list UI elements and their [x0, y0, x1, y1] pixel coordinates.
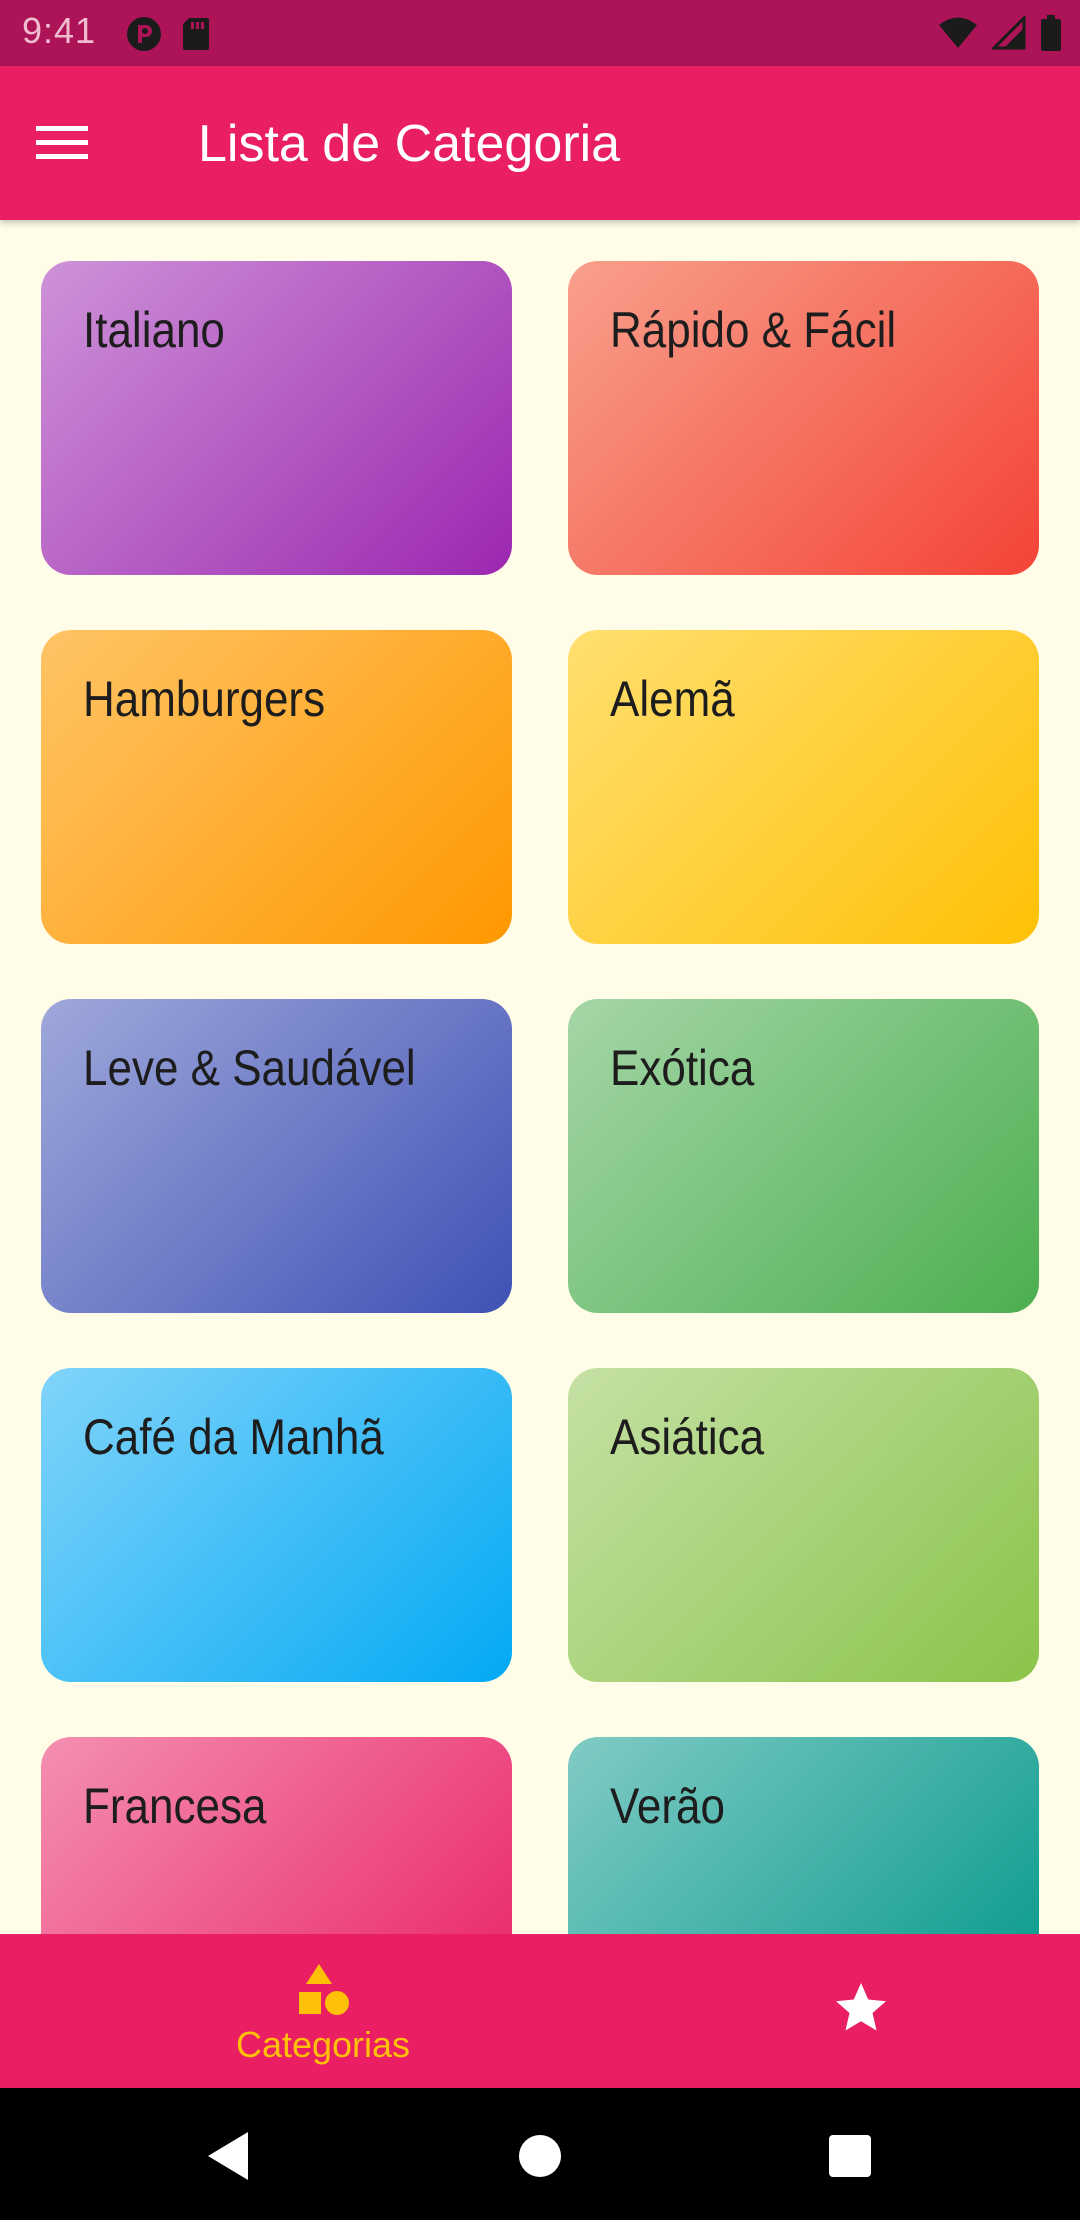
app-notification-icon — [125, 15, 163, 58]
status-bar: 9:41 — [0, 0, 1080, 66]
category-card-label: Leve & Saudável — [83, 1040, 416, 1096]
category-card-alema[interactable]: Alemã — [568, 630, 1039, 944]
page-title: Lista de Categoria — [198, 115, 621, 173]
category-card-label: Rápido & Fácil — [610, 302, 897, 358]
menu-icon — [36, 124, 88, 165]
battery-icon — [1040, 15, 1062, 56]
category-card-asiatica[interactable]: Asiática — [568, 1368, 1039, 1682]
category-shapes-icon — [295, 1962, 351, 2018]
system-navigation-bar — [0, 2088, 1080, 2220]
category-card-exotica[interactable]: Exótica — [568, 999, 1039, 1313]
nav-item-categorias[interactable]: Categorias — [0, 1934, 540, 2088]
category-card-hamburgers[interactable]: Hamburgers — [41, 630, 512, 944]
category-card-label: Café da Manhã — [83, 1409, 384, 1465]
category-card-label: Verão — [610, 1778, 725, 1834]
category-card-rapido-facil[interactable]: Rápido & Fácil — [568, 261, 1039, 575]
category-card-cafe-da-manha[interactable]: Café da Manhã — [41, 1368, 512, 1682]
category-card-verao[interactable]: Verão — [568, 1737, 1039, 1934]
sd-card-icon — [181, 16, 211, 57]
category-card-italiano[interactable]: Italiano — [41, 261, 512, 575]
cell-signal-icon — [990, 14, 1026, 55]
category-card-label: Italiano — [83, 302, 225, 358]
status-time: 9:41 — [22, 10, 97, 51]
category-card-label: Asiática — [610, 1409, 765, 1465]
category-card-label: Francesa — [83, 1778, 267, 1834]
category-grid-scroll[interactable]: Italiano Rápido & Fácil Hamburgers Alemã… — [0, 220, 1080, 1934]
nav-item-favoritos[interactable] — [540, 1934, 1080, 2088]
category-card-leve-saudavel[interactable]: Leve & Saudável — [41, 999, 512, 1313]
home-icon[interactable] — [512, 2128, 568, 2184]
category-card-label: Exótica — [610, 1040, 755, 1096]
category-card-francesa[interactable]: Francesa — [41, 1737, 512, 1934]
category-card-label: Alemã — [610, 671, 735, 727]
wifi-icon — [938, 16, 978, 55]
category-grid: Italiano Rápido & Fácil Hamburgers Alemã… — [41, 261, 1039, 1934]
category-card-label: Hamburgers — [83, 671, 326, 727]
recents-icon[interactable] — [822, 2128, 878, 2184]
menu-button[interactable] — [36, 112, 116, 176]
back-icon[interactable] — [202, 2128, 258, 2184]
status-system-icons — [938, 14, 1062, 56]
star-icon — [831, 1978, 891, 2038]
app-bar: Lista de Categoria — [0, 66, 1080, 220]
bottom-navigation: Categorias — [0, 1934, 1080, 2088]
status-notification-icons — [125, 15, 211, 58]
